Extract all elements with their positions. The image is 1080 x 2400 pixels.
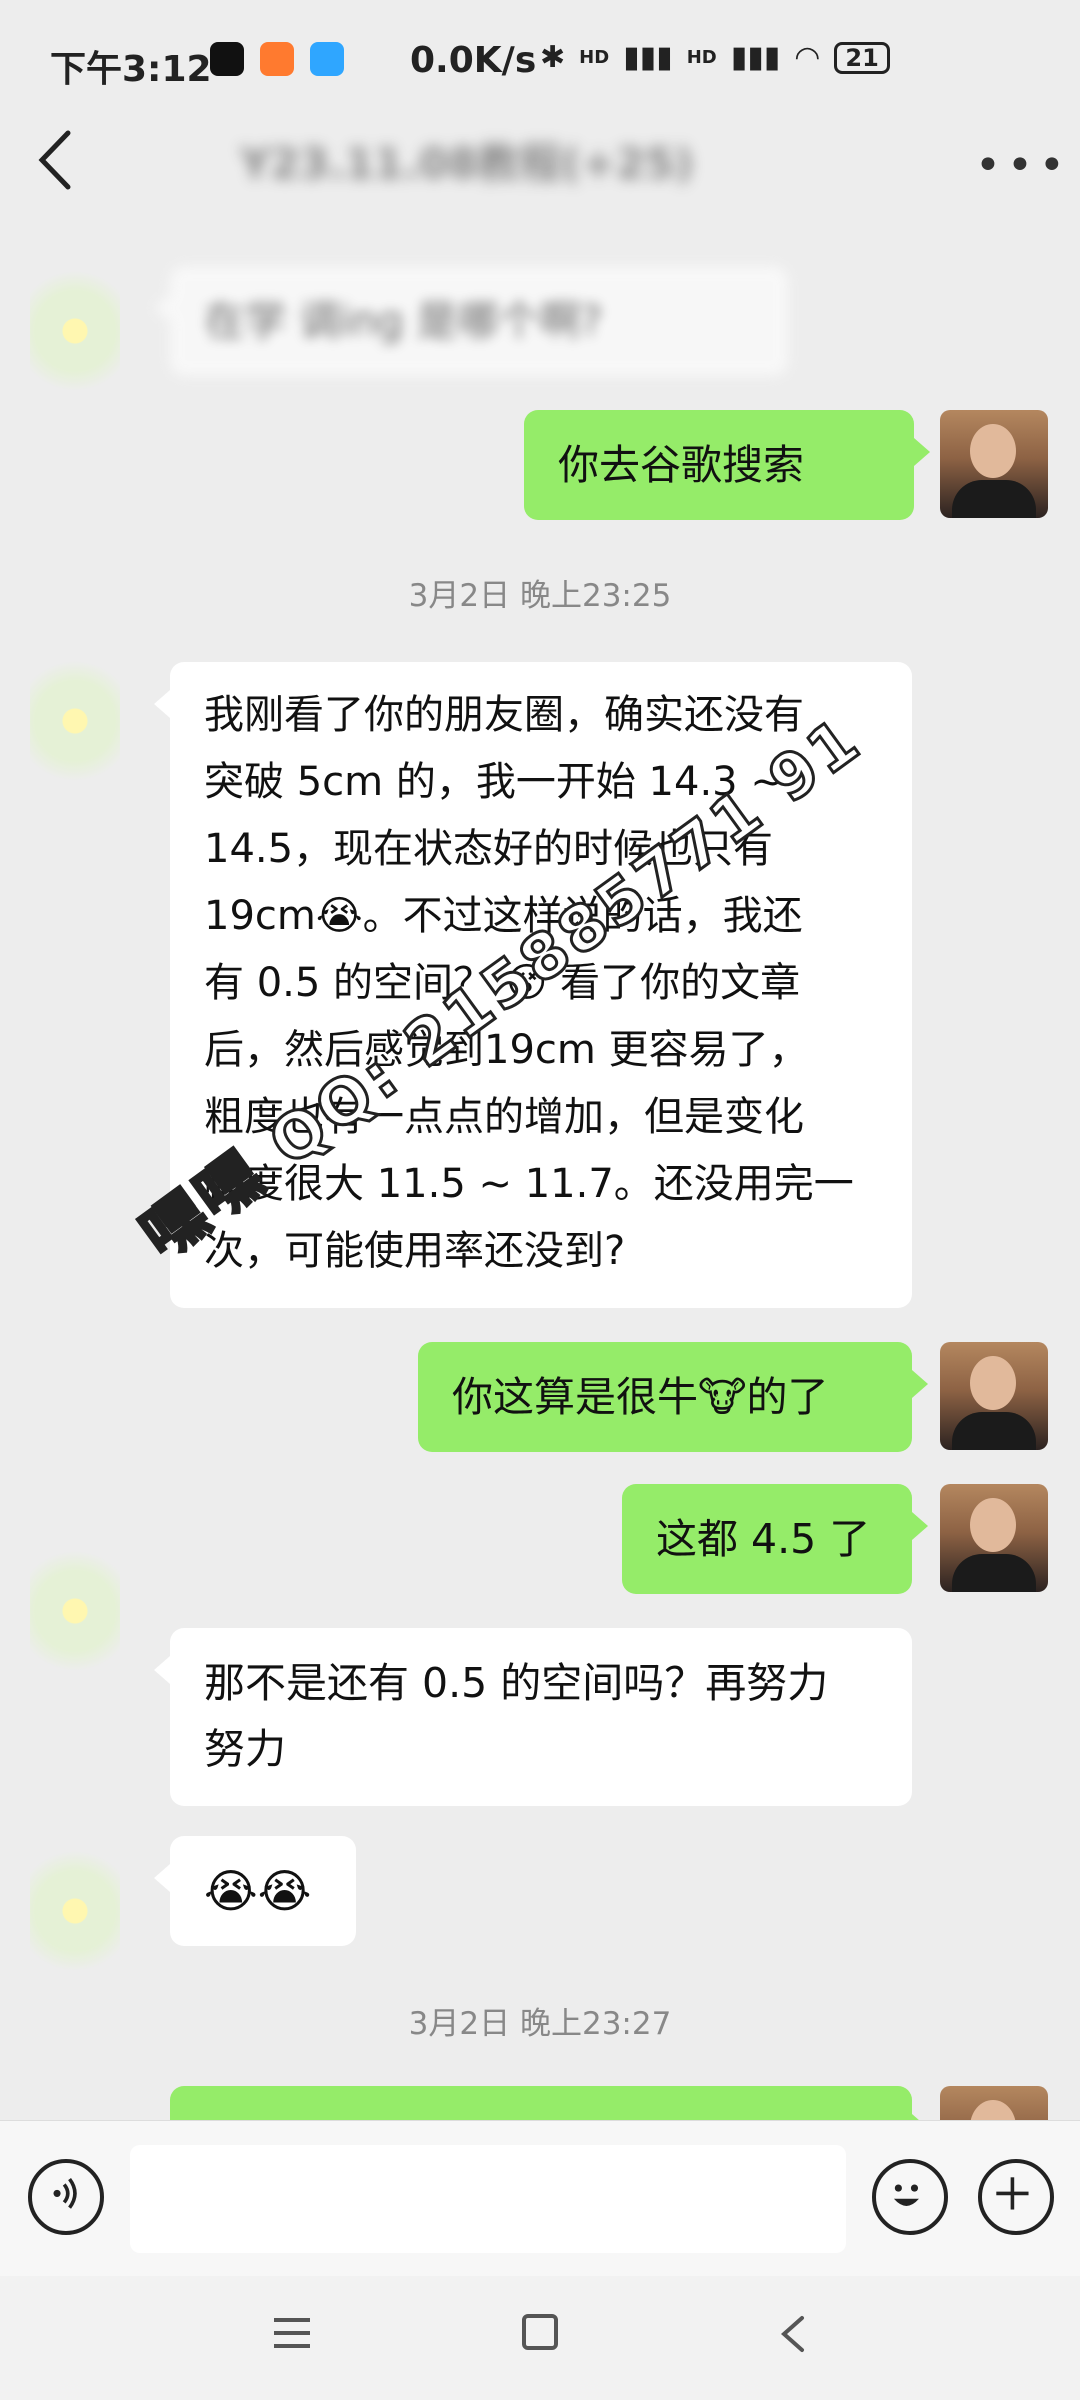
chat-title: Y23.11.08教程(+25): [240, 139, 694, 188]
voice-icon[interactable]: [28, 2159, 104, 2235]
signal-icon: ▮▮▮: [623, 40, 673, 75]
message-bubble: 我刚看了你的朋友圈，确实还没有 突破 5cm 的，我一开始 14.3 ~ 14.…: [154, 662, 912, 1308]
message-bubble: 这都 4.5 了: [622, 1484, 928, 1594]
message-bubble-partial: [170, 2086, 928, 2120]
bluetooth-icon: ✱: [540, 40, 566, 75]
app-icon-orange: [260, 42, 294, 76]
signal-icon: ▮▮▮: [730, 40, 781, 75]
signal-label-1: HD: [579, 47, 610, 68]
menu-icon[interactable]: [272, 2316, 312, 2350]
chat-messages: 在学 调ing 是哪个啊? 你去谷歌搜索 3月2日 晚上23:25 我刚看了你的…: [0, 222, 1080, 2120]
friend-avatar[interactable]: [30, 1542, 120, 1772]
status-time: 下午3:12: [50, 49, 212, 90]
battery-icon: 21: [834, 41, 890, 74]
self-avatar[interactable]: [940, 2086, 1048, 2120]
message-bubble: 那不是还有 0.5 的空间吗？再努力 努力: [154, 1628, 912, 1806]
app-icon-blue: [310, 42, 344, 76]
timestamp: 3月2日 晚上23:27: [408, 2006, 672, 2042]
plus-icon[interactable]: [978, 2159, 1054, 2235]
friend-avatar[interactable]: [30, 652, 120, 882]
tiktok-icon: [210, 42, 244, 76]
network-speed: 0.0K/s: [410, 40, 537, 81]
self-avatar[interactable]: [940, 1484, 1048, 1592]
message-bubble: 😭😭: [154, 1836, 356, 1946]
self-avatar[interactable]: [940, 1342, 1048, 1450]
self-avatar[interactable]: [940, 410, 1048, 518]
chat-header: Y23.11.08教程(+25) •••: [0, 100, 1080, 220]
timestamp: 3月2日 晚上23:25: [408, 578, 672, 614]
wifi-icon: ◠: [794, 40, 821, 75]
system-nav-bar: [0, 2276, 1080, 2400]
friend-avatar[interactable]: [30, 262, 120, 492]
home-icon[interactable]: [522, 2314, 558, 2350]
input-bar: [0, 2120, 1080, 2277]
back-arrow-icon[interactable]: [30, 125, 80, 195]
message-bubble: 在学 调ing 是哪个啊?: [154, 266, 788, 376]
emoji-icon[interactable]: [872, 2159, 948, 2235]
message-input[interactable]: [130, 2145, 846, 2253]
back-icon[interactable]: [774, 2314, 814, 2354]
notification-icons: [210, 42, 344, 76]
message-bubble: 你去谷歌搜索: [524, 410, 930, 520]
signal-label-2: HD: [686, 47, 717, 68]
more-icon[interactable]: •••: [975, 140, 1071, 191]
message-bubble: 你这算是很牛🐮的了: [418, 1342, 928, 1452]
status-right-icons: ✱ HD ▮▮▮ HD ▮▮▮ ◠ 21: [540, 40, 890, 75]
